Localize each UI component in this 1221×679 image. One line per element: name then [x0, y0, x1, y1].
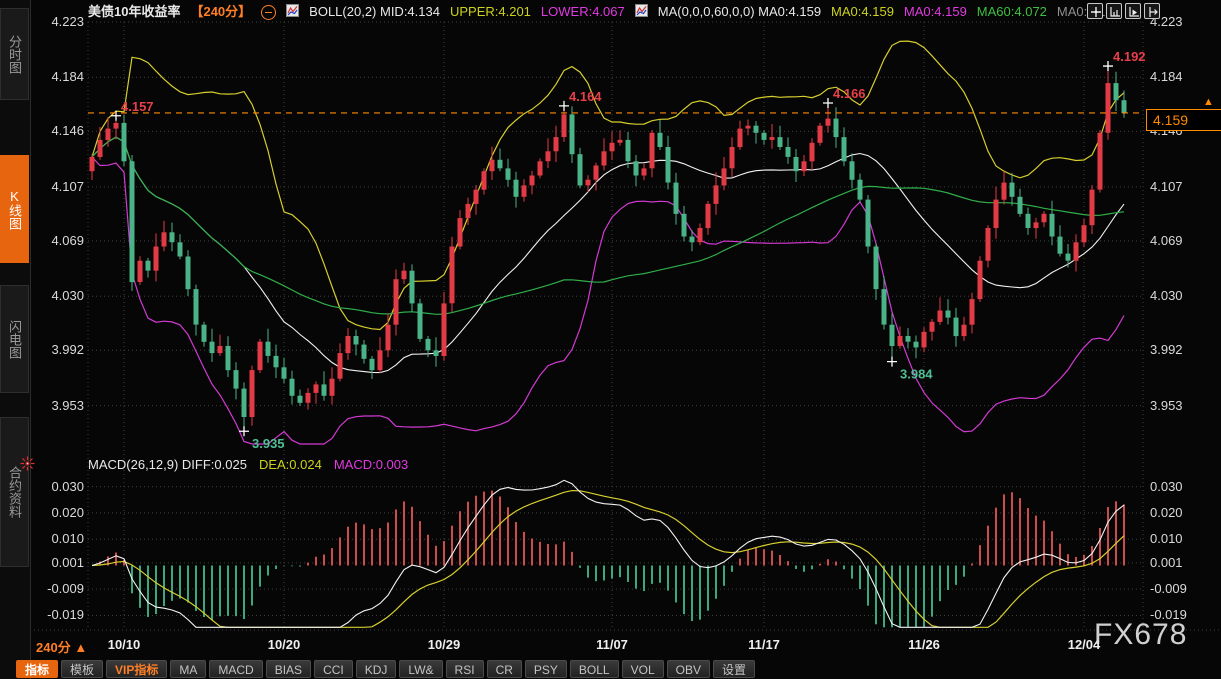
macd-tick: 0.020	[30, 505, 84, 520]
price-tick: 4.223	[30, 14, 84, 29]
macd-tick: 0.001	[1150, 555, 1210, 570]
toolbar-button-VOL[interactable]: VOL	[622, 660, 664, 678]
svg-text:4.166: 4.166	[833, 86, 866, 101]
date-tick: 10/10	[108, 637, 141, 652]
price-tick: 4.107	[1150, 179, 1210, 194]
svg-text:4.157: 4.157	[121, 99, 154, 114]
current-price-badge: 4.159	[1146, 109, 1221, 131]
macd-tick: -0.009	[30, 581, 84, 596]
main-header-segment-7: LOWER:4.067	[541, 4, 625, 20]
pan-right-icon[interactable]	[1144, 3, 1160, 19]
price-tick: 3.992	[30, 342, 84, 357]
macd-tick: 0.030	[30, 479, 84, 494]
toolbar-button-PSY[interactable]: PSY	[525, 660, 567, 678]
sidebar-item-4[interactable]: 合约资料	[0, 417, 29, 567]
period-label[interactable]: 240分 ▲	[36, 637, 87, 656]
main-header-segment-2: 【240分】	[190, 4, 251, 20]
price-tick: 4.030	[1150, 288, 1210, 303]
sidebar-item-3[interactable]: 闪电图	[0, 285, 29, 393]
toolbar-button-OBV[interactable]: OBV	[667, 660, 710, 678]
svg-text:4.192: 4.192	[1113, 49, 1146, 64]
price-up-arrow-icon: ▲	[1203, 97, 1214, 107]
reset-axis-icon[interactable]	[1106, 3, 1122, 19]
toolbar-button-CR[interactable]: CR	[487, 660, 522, 678]
svg-text:3.984: 3.984	[900, 367, 933, 382]
indicator-toolbar: 指标模板VIP指标MAMACDBIASCCIKDJLW&RSICRPSYBOLL…	[16, 660, 755, 678]
date-tick: 10/20	[268, 637, 301, 652]
main-header-segment-12: MA60:4.072	[977, 4, 1047, 20]
toolbar-button-BOLL[interactable]: BOLL	[570, 660, 619, 678]
mini-chart-icon	[286, 4, 299, 20]
macd-tick: -0.019	[30, 607, 84, 622]
macd-indicator-header: MACD(26,12,9) DIFF:0.025 DEA:0.024 MACD:0.…	[88, 457, 408, 473]
date-tick: 11/07	[596, 637, 628, 652]
price-tick: 4.107	[30, 179, 84, 194]
collapse-indicator-icon[interactable]	[261, 5, 276, 20]
macd-tick: -0.009	[1150, 581, 1210, 596]
main-header-segment-5: BOLL(20,2) MID:4.134	[309, 4, 440, 20]
macd-header-segment-2: DEA:0.024	[259, 457, 322, 473]
macd-tick: 0.010	[1150, 531, 1210, 546]
toolbar-button-KDJ[interactable]: KDJ	[356, 660, 397, 678]
toolbar-button-LW&[interactable]: LW&	[399, 660, 442, 678]
toolbar-button-BIAS[interactable]: BIAS	[266, 660, 311, 678]
sidebar-item-2[interactable]: K线图	[0, 155, 29, 263]
toolbar-button-模板[interactable]: 模板	[61, 660, 103, 678]
price-tick: 4.069	[30, 233, 84, 248]
price-tick: 4.146	[30, 123, 84, 138]
price-tick: 3.953	[1150, 398, 1210, 413]
main-header-segment-9: MA(0,0,0,60,0,0) MA0:4.159	[658, 4, 821, 20]
toolbar-button-指标[interactable]: 指标	[16, 660, 58, 678]
indicator-burst-icon[interactable]	[20, 456, 35, 471]
macd-header-segment-3: MACD:0.003	[334, 457, 408, 473]
watermark: FX678	[1094, 618, 1187, 652]
toolbar-button-MACD[interactable]: MACD	[209, 660, 262, 678]
price-tick: 4.184	[1150, 69, 1210, 84]
chart-canvas[interactable]: 4.157 3.935 4.164 4.166 3.984 4.192	[0, 0, 1221, 679]
price-tick: 3.953	[30, 398, 84, 413]
macd-tick: 0.001	[30, 555, 84, 570]
toolbar-button-设置[interactable]: 设置	[713, 660, 755, 678]
macd-tick: 0.020	[1150, 505, 1210, 520]
price-tick: 3.992	[1150, 342, 1210, 357]
zoom-next-icon[interactable]	[1125, 3, 1141, 19]
main-header-segment-10: MA0:4.159	[831, 4, 894, 20]
move-chart-icon[interactable]	[1087, 3, 1103, 19]
toolbar-button-VIP指标[interactable]: VIP指标	[106, 660, 167, 678]
main-header-segment-1: 美债10年收益率	[88, 4, 180, 20]
price-tick: 4.030	[30, 288, 84, 303]
svg-text:4.164: 4.164	[569, 89, 602, 104]
main-header-segment-11: MA0:4.159	[904, 4, 967, 20]
sidebar-item-1[interactable]: 分时图	[0, 8, 29, 100]
main-indicator-header: 美债10年收益率【240分】 BOLL(20,2) MID:4.134 UPPER:…	[88, 3, 1120, 21]
toolbar-button-MA[interactable]: MA	[170, 660, 206, 678]
price-tick: 4.184	[30, 69, 84, 84]
macd-tick: 0.030	[1150, 479, 1210, 494]
svg-text:3.935: 3.935	[252, 436, 285, 451]
date-tick: 10/29	[428, 637, 461, 652]
chart-tool-row	[1087, 3, 1160, 19]
macd-header-segment-1: MACD(26,12,9) DIFF:0.025	[88, 457, 247, 473]
period-arrow-icon: ▲	[74, 640, 87, 655]
toolbar-button-RSI[interactable]: RSI	[446, 660, 484, 678]
date-tick: 11/26	[908, 637, 940, 652]
date-tick: 11/17	[748, 637, 780, 652]
macd-tick: 0.010	[30, 531, 84, 546]
sidebar: 分时图 K线图闪电图合约资料	[0, 0, 31, 679]
mini-chart-icon	[635, 4, 648, 20]
toolbar-button-CCI[interactable]: CCI	[314, 660, 353, 678]
main-header-segment-6: UPPER:4.201	[450, 4, 531, 20]
price-tick: 4.069	[1150, 233, 1210, 248]
